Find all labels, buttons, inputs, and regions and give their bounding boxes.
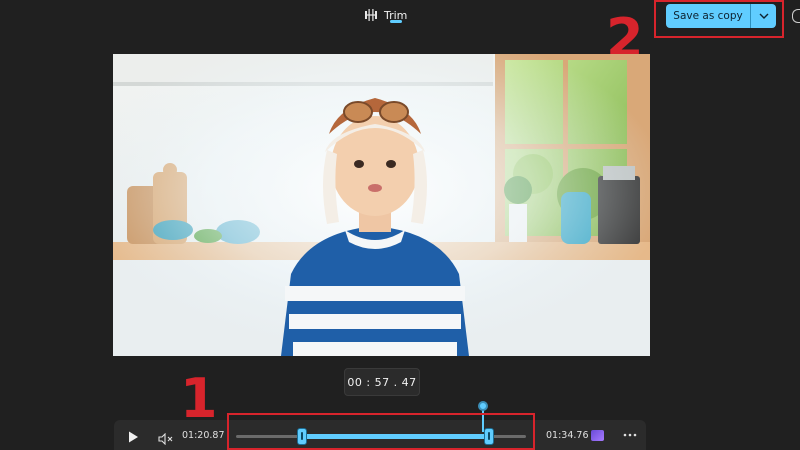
annotation-box-save [654, 0, 784, 38]
close-panel-icon[interactable] [792, 9, 800, 23]
playhead-knob[interactable] [478, 401, 488, 411]
video-frame-image [113, 54, 650, 356]
play-icon [129, 431, 138, 443]
volume-mute-icon [158, 432, 173, 446]
clip-thumbnail-icon[interactable] [591, 430, 604, 441]
trim-end-time: 01:34.76 [546, 430, 589, 441]
annotation-step-1: 1 [180, 367, 218, 430]
app-window: Trim Save as copy 2 00: 57 . 47 01:20.8… [0, 0, 800, 450]
more-options-button[interactable] [622, 429, 638, 441]
mute-button[interactable] [158, 430, 174, 446]
current-time-display: 00 : 57 . 47 [344, 368, 420, 396]
more-icon [623, 433, 637, 437]
annotation-box-timeline [227, 413, 535, 450]
play-button[interactable] [126, 429, 140, 443]
tab-active-indicator [390, 20, 402, 23]
tab-trim[interactable]: Trim [364, 2, 407, 28]
trim-start-time: 01:20.87 [182, 430, 225, 441]
video-preview[interactable] [113, 54, 650, 356]
trim-icon [364, 8, 378, 22]
